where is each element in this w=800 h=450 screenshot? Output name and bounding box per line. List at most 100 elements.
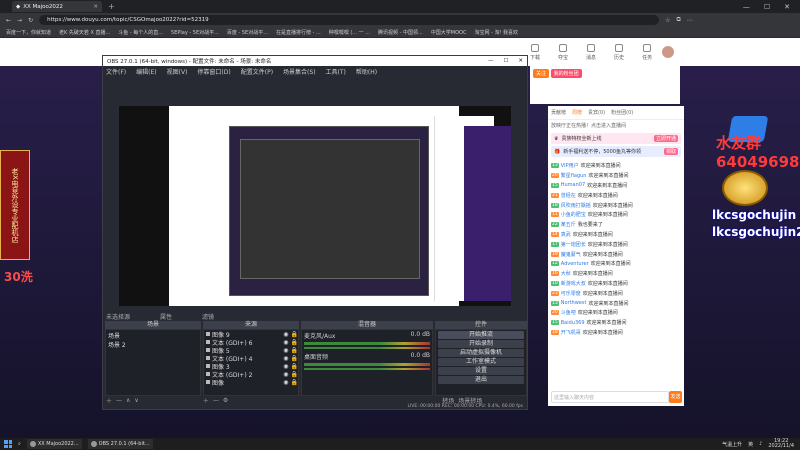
taskbar-browser[interactable]: XX Majoo2022... [26,439,82,449]
lock-icon[interactable]: 🔒 [291,331,298,338]
noble-button[interactable]: 立即开通 [653,135,678,142]
bookmark-item[interactable]: 5EPlay - 5E对战平... [171,29,219,36]
extensions-icon[interactable]: ⧉ [676,16,680,24]
lock-icon[interactable]: 🔒 [291,355,298,362]
bookmark-item[interactable]: 老K 先破天若 X 直播... [59,29,110,36]
menu-file[interactable]: 文件(F) [106,67,126,76]
eye-icon[interactable]: ◉ [283,379,288,386]
exit-button[interactable]: 退出 [438,376,524,384]
reload-icon[interactable]: ↻ [28,17,33,24]
start-streaming-button[interactable]: 开始推流 [438,331,524,339]
obs-close-icon[interactable]: ✕ [518,58,523,64]
fans-button[interactable]: 我的粉丝团 [550,69,582,78]
bookmark-item[interactable]: 中国大学MOOC [431,29,467,36]
download-button[interactable]: 下载 [530,43,540,61]
menu-docks[interactable]: 停靠窗口(D) [197,67,230,76]
welfare-banner[interactable]: 🎁 新手福利送不停，5000鱼丸等你领 领取 [551,146,681,157]
no-source-label: 未选择源 [106,313,131,321]
browser-tab[interactable]: ◆ XX Majoo2022 ✕ [12,1,102,12]
volume-slider[interactable] [304,368,430,370]
lock-icon[interactable]: 🔒 [291,347,298,354]
eye-icon[interactable]: ◉ [283,355,288,362]
menu-profile[interactable]: 配置文件(P) [241,67,273,76]
eye-icon[interactable]: ◉ [283,339,288,346]
treasure-button[interactable]: 夺宝 [558,43,568,61]
source-settings-icon[interactable]: ⚙ [223,397,228,404]
header-icons: 下载 夺宝 消息 历史 任务 [530,43,652,61]
user-avatar[interactable] [662,46,675,58]
bookmark-item[interactable]: 种嘿嘿嘿 (... 一 ... [329,29,370,36]
lock-icon[interactable]: 🔒 [291,371,298,378]
tab-fans[interactable]: 粉丝团(0) [611,109,633,116]
tab-weekly[interactable]: 周榜 [572,109,582,116]
chat-message: 20 斗鱼吧 欢迎来到本直播间 [551,310,618,317]
eye-icon[interactable]: ◉ [283,371,288,378]
windows-start-icon[interactable] [4,440,12,448]
menu-icon[interactable]: ⋯ [687,17,693,24]
bookmark-item[interactable]: 斗鱼 - 每个人的直... [118,29,163,36]
fan-group-number: 640496987 [716,153,800,171]
weather-text[interactable]: 气温上升 [722,441,742,448]
remove-source-icon[interactable]: — [213,397,219,404]
start-recording-button[interactable]: 开始录制 [438,340,524,348]
remove-scene-icon[interactable]: — [116,397,122,404]
ime-indicator[interactable]: 英 [748,441,753,448]
lock-icon[interactable]: 🔒 [291,339,298,346]
studio-mode-button[interactable]: 工作室模式 [438,358,524,366]
url-input[interactable]: https://www.douyu.com/topic/CSGOmajoo202… [39,15,660,25]
noble-banner[interactable]: ♛ 贵族特权全新上线 立即开通 [551,133,681,144]
menu-tools[interactable]: 工具(T) [326,67,346,76]
menu-scene-collection[interactable]: 场景集合(S) [283,67,316,76]
bookmark-item[interactable]: 淘宝网 - 淘! 我喜欢 [474,29,518,36]
source-item[interactable]: 图像 ◉ 🔒 [204,378,298,387]
search-icon[interactable]: ⌕ [18,441,21,447]
filters-button[interactable]: 滤镜 [202,312,214,321]
welfare-button[interactable]: 领取 [663,148,678,155]
history-icon [615,43,624,52]
new-tab-button[interactable]: + [108,2,115,11]
bookmark-item[interactable]: 腾讯视频 - 中国领... [378,29,423,36]
send-button[interactable]: 发送 [669,391,682,403]
menu-help[interactable]: 帮助(H) [356,67,377,76]
close-tab-icon[interactable]: ✕ [93,4,98,10]
volume-slider[interactable] [304,347,430,349]
back-icon[interactable]: ← [6,17,11,24]
scene-item[interactable]: 场景 [108,331,198,340]
obs-minimize-icon[interactable]: — [488,58,494,64]
minimize-icon[interactable]: — [743,3,750,11]
bookmark-item[interactable]: 百度 - 5E对战平... [227,29,268,36]
volume-icon[interactable]: ♪ [759,441,762,447]
bookmark-item[interactable]: 在是直播排行榜 - ... [276,29,321,36]
properties-button[interactable]: 属性 [160,312,172,321]
menu-edit[interactable]: 编辑(E) [136,67,156,76]
browser-tabbar: ◆ XX Majoo2022 ✕ + — ☐ ✕ [0,0,800,13]
forward-icon[interactable]: → [17,17,22,24]
tab-contribution[interactable]: 贡献榜 [551,109,566,116]
tab-vip[interactable]: 贵宾(0) [588,109,605,116]
task-button[interactable]: 任务 [642,43,652,61]
virtual-camera-button[interactable]: 启动虚拟摄像机 [438,349,524,357]
taskbar-obs[interactable]: OBS 27.0.1 (64-bit... [87,439,153,449]
chat-input[interactable]: 这里输入聊天内容 [551,391,669,403]
lock-icon[interactable]: 🔒 [291,379,298,386]
eye-icon[interactable]: ◉ [283,347,288,354]
bookmark-item[interactable]: 百度一下，你就知道 [6,29,51,36]
star-icon[interactable]: ☆ [665,17,670,24]
lock-icon[interactable]: 🔒 [291,363,298,370]
obs-maximize-icon[interactable]: ☐ [503,58,508,64]
messages-button[interactable]: 消息 [586,43,596,61]
settings-button[interactable]: 设置 [438,367,524,375]
close-window-icon[interactable]: ✕ [784,3,790,11]
move-down-icon[interactable]: ∨ [134,397,138,404]
maximize-icon[interactable]: ☐ [764,3,770,11]
clock[interactable]: 19:22 2022/11/4 [768,439,794,449]
follow-button[interactable]: 关注 [533,69,550,78]
obs-title: OBS 27.0.1 (64-bit, windows) - 配置文件: 未命名… [107,59,272,65]
obs-preview[interactable] [119,106,511,306]
menu-view[interactable]: 视图(V) [167,67,188,76]
move-up-icon[interactable]: ∧ [126,397,130,404]
scene-item[interactable]: 场景 2 [108,340,198,349]
eye-icon[interactable]: ◉ [283,331,288,338]
history-button[interactable]: 历史 [614,43,624,61]
eye-icon[interactable]: ◉ [283,363,288,370]
